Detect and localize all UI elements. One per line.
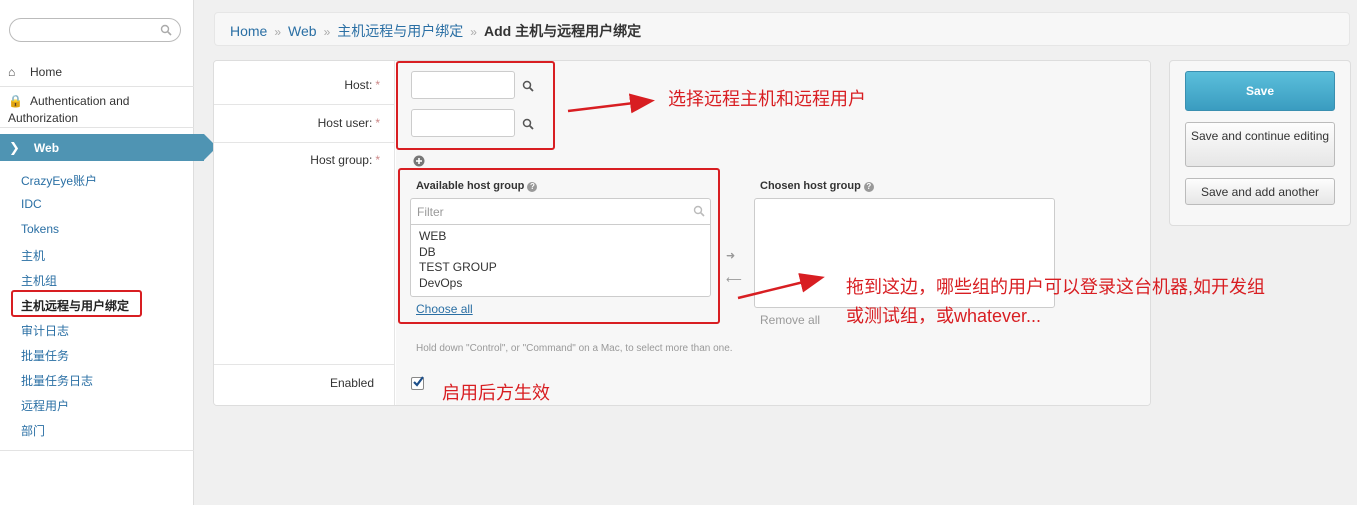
sidebar-search-input[interactable] xyxy=(9,18,181,42)
sidebar-item-host-remote-user-binding[interactable]: 主机远程与用户绑定 xyxy=(21,297,129,314)
row-divider xyxy=(214,364,395,365)
annotation-select-host-user: 选择远程主机和远程用户 xyxy=(668,89,866,109)
lock-icon: 🔒 xyxy=(8,94,23,108)
multi-select-help-text: Hold down "Control", or "Command" on a M… xyxy=(416,343,733,354)
help-icon: ? xyxy=(863,182,874,192)
sidebar-item-home[interactable]: ⌂ Home xyxy=(0,60,194,87)
sidebar-item-authentication[interactable]: 🔒 Authentication and Authorization xyxy=(0,87,194,128)
sidebar-item-remote-user[interactable]: 远程用户 xyxy=(21,397,69,414)
sidebar-section-web[interactable]: ❯ Web xyxy=(0,134,217,161)
sidebar-item-tokens[interactable]: Tokens xyxy=(21,222,59,236)
host-group-label: Host group: * xyxy=(310,153,380,167)
enabled-label: Enabled xyxy=(329,376,374,390)
sidebar-item-batch-task[interactable]: 批量任务 xyxy=(21,347,69,364)
checkmark-icon xyxy=(413,376,424,387)
row-divider xyxy=(214,104,395,105)
annotation-enable-note: 启用后方生效 xyxy=(442,383,550,403)
host-fields-annotation-box xyxy=(396,61,555,150)
sidebar-item-idc[interactable]: IDC xyxy=(21,197,42,211)
row-divider xyxy=(214,142,395,143)
enabled-checkbox[interactable] xyxy=(411,376,424,390)
breadcrumb-model[interactable]: 主机远程与用户绑定 xyxy=(337,23,463,39)
remove-selected-arrow-icon[interactable]: ⟵ xyxy=(726,273,742,286)
breadcrumb-web[interactable]: Web xyxy=(288,23,317,39)
host-user-label: Host user: * xyxy=(317,116,380,130)
sidebar: ⌂ Home 🔒 Authentication and Authorization … xyxy=(0,0,217,505)
sidebar-item-crazyeye-account[interactable]: CrazyEye账户 xyxy=(21,172,97,189)
breadcrumb: Home » Web » 主机远程与用户绑定 » Add 主机与远程用户绑定 xyxy=(214,12,1350,46)
search-icon xyxy=(160,24,172,36)
sidebar-item-label: Authentication and Authorization xyxy=(8,94,130,125)
add-host-group-icon[interactable] xyxy=(413,155,425,167)
submit-row: Save Save and continue editing Save and … xyxy=(1169,60,1351,226)
save-button[interactable]: Save xyxy=(1185,71,1335,111)
sidebar-section-label: Web xyxy=(33,141,60,155)
sidebar-item-host[interactable]: 主机 xyxy=(21,247,45,264)
available-group-annotation-box xyxy=(398,168,720,324)
add-selected-arrow-icon[interactable]: ➜ xyxy=(726,249,735,262)
save-and-add-another-button[interactable]: Save and add another xyxy=(1185,178,1335,205)
breadcrumb-home[interactable]: Home xyxy=(230,23,267,39)
save-and-continue-button[interactable]: Save and continue editing xyxy=(1185,122,1335,167)
breadcrumb-separator: » xyxy=(323,25,331,39)
host-label: Host: * xyxy=(344,78,380,92)
annotation-drag-here-line1: 拖到这边，哪些组的用户可以登录这台机器,如开发组 xyxy=(846,277,1265,297)
chosen-host-group-title: Chosen host group? xyxy=(760,180,874,192)
chevron-right-icon: ❯ xyxy=(9,140,20,155)
breadcrumb-separator: » xyxy=(274,25,282,39)
form-label-column: Host: * Host user: * Host group: * Enabled xyxy=(214,61,395,405)
breadcrumb-current: Add 主机与远程用户绑定 xyxy=(483,23,642,39)
sidebar-item-label: Home xyxy=(30,65,63,79)
breadcrumb-separator: » xyxy=(470,25,477,39)
sidebar-divider xyxy=(0,450,194,451)
sidebar-item-host-group[interactable]: 主机组 xyxy=(21,272,57,289)
sidebar-item-department[interactable]: 部门 xyxy=(21,422,45,439)
annotation-drag-here-line2: 或测试组，或whatever... xyxy=(846,306,1042,326)
sidebar-item-batch-task-log[interactable]: 批量任务日志 xyxy=(21,372,93,389)
home-icon: ⌂ xyxy=(8,65,16,79)
remove-all-link[interactable]: Remove all xyxy=(760,313,820,327)
sidebar-item-audit-log[interactable]: 审计日志 xyxy=(21,322,69,339)
